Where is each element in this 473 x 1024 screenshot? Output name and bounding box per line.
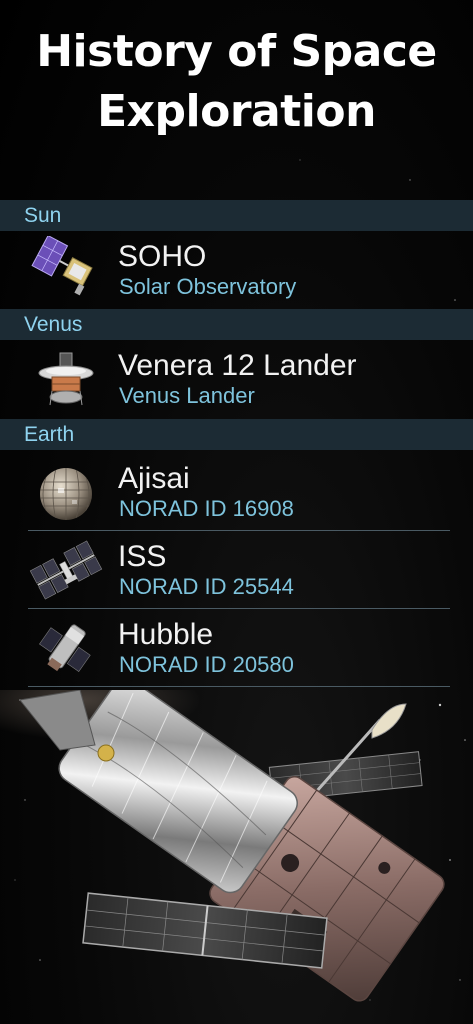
hubble-hero-image bbox=[0, 660, 473, 1024]
item-name: Ajisai bbox=[118, 462, 190, 495]
item-subtitle: Solar Observatory bbox=[119, 274, 297, 299]
list-divider bbox=[28, 686, 450, 687]
ajisai-satellite-icon bbox=[28, 458, 104, 526]
item-subtitle: NORAD ID 25544 bbox=[119, 574, 294, 599]
venera-lander-icon bbox=[28, 345, 104, 413]
list-item-iss[interactable]: ISS NORAD ID 25544 bbox=[0, 532, 473, 608]
item-subtitle: Venus Lander bbox=[119, 383, 255, 408]
section-header-earth: Earth bbox=[0, 419, 473, 450]
list-item-venera-12[interactable]: Venera 12 Lander Venus Lander bbox=[0, 341, 473, 417]
list-divider bbox=[28, 530, 450, 531]
page-title-line1: History of Space bbox=[36, 26, 437, 77]
list-divider bbox=[28, 608, 450, 609]
section-header-sun: Sun bbox=[0, 200, 473, 231]
item-subtitle: NORAD ID 20580 bbox=[119, 652, 294, 677]
hubble-icon bbox=[28, 614, 104, 682]
item-name: Hubble bbox=[118, 618, 214, 651]
app-screen: History of Space Exploration Sun SOHO So… bbox=[0, 0, 473, 1024]
item-subtitle: NORAD ID 16908 bbox=[119, 496, 294, 521]
soho-satellite-icon bbox=[28, 234, 104, 304]
list-item-soho[interactable]: SOHO Solar Observatory bbox=[0, 232, 473, 308]
item-name: ISS bbox=[118, 540, 167, 573]
list-item-hubble[interactable]: Hubble NORAD ID 20580 bbox=[0, 610, 473, 686]
page-title-line2: Exploration bbox=[97, 86, 376, 137]
item-name: Venera 12 Lander bbox=[118, 349, 357, 382]
list-item-ajisai[interactable]: Ajisai NORAD ID 16908 bbox=[0, 454, 473, 530]
section-header-venus: Venus bbox=[0, 309, 473, 340]
iss-icon bbox=[28, 536, 104, 604]
item-name: SOHO bbox=[118, 240, 207, 273]
page-title: History of Space Exploration bbox=[0, 22, 473, 142]
